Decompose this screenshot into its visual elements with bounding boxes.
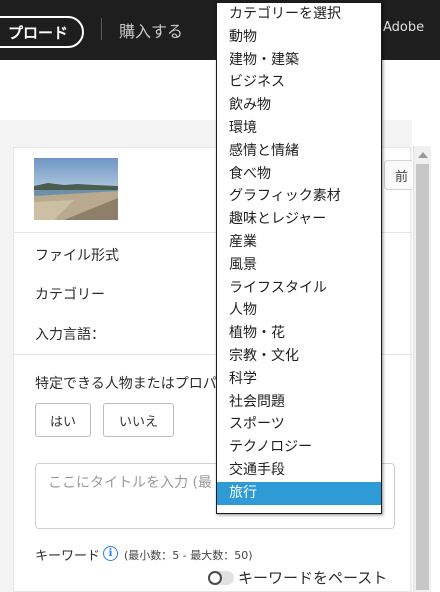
category-option[interactable]: テクノロジー xyxy=(217,436,381,459)
category-option[interactable]: 飲み物 xyxy=(217,94,381,117)
category-option[interactable]: スポーツ xyxy=(217,413,381,436)
category-option[interactable]: 食べ物 xyxy=(217,163,381,186)
category-label: カテゴリー xyxy=(35,287,105,303)
info-icon[interactable]: i xyxy=(103,546,118,561)
panel-scrollbar[interactable] xyxy=(413,146,431,592)
category-option[interactable]: 趣味とレジャー xyxy=(217,208,381,231)
paste-keywords-label: キーワードをペースト xyxy=(238,569,388,587)
category-option[interactable]: ライフスタイル xyxy=(217,277,381,300)
category-option[interactable]: 環境 xyxy=(217,117,381,140)
category-option[interactable]: 交通手段 xyxy=(217,459,381,482)
yes-button[interactable]: はい xyxy=(35,403,91,437)
category-option[interactable]: 動物 xyxy=(217,26,381,49)
category-option[interactable]: 植物・花 xyxy=(217,322,381,345)
category-option[interactable]: 建物・建築 xyxy=(217,49,381,72)
toggle-knob xyxy=(208,571,222,585)
adobe-brand-text[interactable]: Adobe xyxy=(383,20,424,35)
category-option[interactable]: グラフィック素材 xyxy=(217,185,381,208)
keyword-range-hint: (最小数：5 - 最大数：50) xyxy=(124,549,253,562)
file-format-label: ファイル形式 xyxy=(35,248,119,264)
title-placeholder: ここにタイトルを入力 (最 xyxy=(48,475,212,491)
keywords-label: キーワード xyxy=(35,549,101,564)
category-option[interactable]: 科学 xyxy=(217,368,381,391)
upload-button[interactable]: プロード xyxy=(0,16,84,48)
category-option[interactable]: 社会問題 xyxy=(217,391,381,414)
buy-link[interactable]: 購入する xyxy=(119,18,183,42)
category-option[interactable]: 旅行 xyxy=(217,481,381,505)
category-option[interactable]: 風景 xyxy=(217,254,381,277)
image-thumbnail[interactable] xyxy=(34,158,118,220)
input-language-label: 入力言語： xyxy=(35,327,105,343)
category-option[interactable]: 感情と情緒 xyxy=(217,140,381,163)
recognizable-people-question: 特定できる人物またはプロパ xyxy=(35,376,217,392)
category-option[interactable]: 人物 xyxy=(217,299,381,322)
category-option[interactable]: 産業 xyxy=(217,231,381,254)
scrollbar-thumb[interactable] xyxy=(416,164,429,590)
topbar-divider xyxy=(101,18,102,40)
paste-keywords-toggle[interactable] xyxy=(208,571,234,585)
category-option[interactable]: カテゴリーを選択 xyxy=(217,3,381,26)
no-button[interactable]: いいえ xyxy=(103,403,174,437)
edit-button[interactable]: 前 xyxy=(384,160,412,190)
category-option[interactable]: 宗教・文化 xyxy=(217,345,381,368)
category-dropdown-list[interactable]: カテゴリーを選択 動物 建物・建築 ビジネス 飲み物 環境 感情と情緒 食べ物 グラフィック素材… xyxy=(216,2,382,514)
category-option[interactable]: ビジネス xyxy=(217,71,381,94)
chevron-up-icon[interactable] xyxy=(414,148,431,162)
